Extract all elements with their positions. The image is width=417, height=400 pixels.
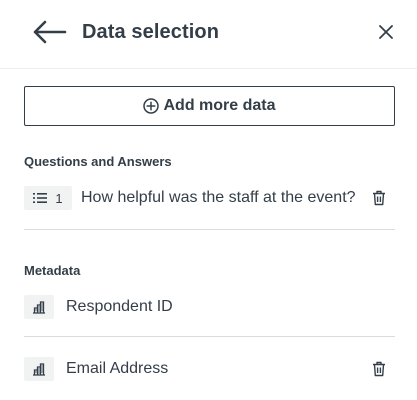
list-icon <box>33 193 48 203</box>
questions-section-heading: Questions and Answers <box>24 154 172 169</box>
divider <box>24 229 395 230</box>
delete-metadata-button[interactable] <box>371 361 387 377</box>
data-selection-panel: Data selection Add more data Questions a… <box>0 0 417 400</box>
arrow-left-icon <box>33 20 67 44</box>
metadata-badge <box>24 357 54 381</box>
back-button[interactable] <box>28 16 70 48</box>
trash-icon <box>373 190 385 206</box>
question-number: 1 <box>55 190 63 206</box>
building-icon <box>33 301 45 314</box>
close-icon <box>379 25 393 39</box>
add-more-data-label: Add more data <box>163 97 276 114</box>
building-icon <box>33 363 45 376</box>
page-title: Data selection <box>82 21 220 43</box>
add-more-data-button[interactable]: Add more data <box>24 86 395 126</box>
divider <box>24 336 395 337</box>
metadata-section-heading: Metadata <box>24 263 81 278</box>
trash-icon <box>373 361 385 377</box>
metadata-row-email-address[interactable]: Email Address <box>24 353 395 385</box>
question-row[interactable]: 1 How helpful was the staff at the event… <box>24 182 395 214</box>
question-label: How helpful was the staff at the event? <box>81 189 356 206</box>
metadata-label: Email Address <box>66 360 169 377</box>
question-badge: 1 <box>24 186 72 210</box>
metadata-row-respondent-id[interactable]: Respondent ID <box>24 291 395 323</box>
panel-header: Data selection <box>0 0 417 69</box>
metadata-badge <box>24 295 54 319</box>
plus-circle-icon <box>143 98 160 114</box>
metadata-label: Respondent ID <box>66 298 173 315</box>
delete-question-button[interactable] <box>371 190 387 206</box>
close-button[interactable] <box>374 20 398 44</box>
